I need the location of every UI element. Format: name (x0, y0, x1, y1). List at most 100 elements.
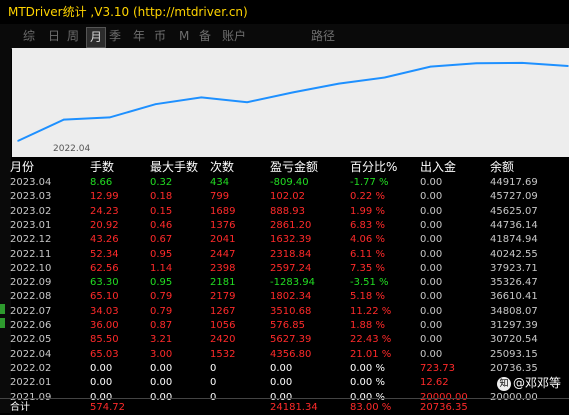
table-row[interactable]: 2023.02 24.23 0.15 1689 888.93 1.99 % 0.00 4562… (0, 205, 569, 219)
balance-point-2023.02 (475, 62, 478, 65)
cell-balance: 25093.15 (490, 348, 538, 360)
cell-max-lots: 0.67 (150, 234, 173, 246)
table-row[interactable]: 2023.04 8.66 0.32 434 -809.40 -1.77 % 0.00 4491… (0, 176, 569, 190)
cell-flow: 0.00 (420, 262, 443, 274)
cell-month: 2023.03 (10, 191, 52, 203)
cell-lots: 34.03 (90, 305, 119, 317)
header-pct[interactable]: 百分比% (350, 160, 397, 174)
balance-line-chart (17, 61, 569, 142)
cell-count: 1267 (210, 305, 236, 317)
cell-max-lots: 0.95 (150, 277, 173, 289)
cell-balance: 34808.07 (490, 305, 538, 317)
table-row[interactable]: 2022.06 36.00 0.87 1056 576.85 1.88 % 0.00 3129… (0, 319, 569, 333)
header-pnl[interactable]: 盈亏金额 (270, 160, 318, 174)
cell-count: 2447 (210, 248, 236, 260)
header-lots[interactable]: 手数 (90, 160, 114, 174)
balance-point-2022.12 (383, 76, 386, 79)
header-balance[interactable]: 余额 (490, 160, 514, 174)
cell-lots: 20.92 (90, 219, 119, 231)
cell-max-lots: 3.00 (150, 348, 173, 360)
cell-pnl: 888.93 (270, 205, 305, 217)
tab-5[interactable]: 年 (130, 27, 148, 46)
table-row[interactable]: 2022.11 52.34 0.95 2447 2318.84 6.11 % 0.00 402… (0, 248, 569, 262)
cell-balance: 37923.71 (490, 262, 538, 274)
table-row[interactable]: 2022.09 63.30 0.95 2181 -1283.94 -3.51 % 0.00 3… (0, 276, 569, 290)
table-header: 月份 手数 最大手数 次数 盈亏金额 百分比% 出入金 余额 (0, 160, 569, 174)
tab-8[interactable]: 备 (196, 27, 214, 46)
cell-pnl: -1283.94 (270, 277, 315, 289)
table-row[interactable]: 2022.08 65.10 0.79 2179 1802.34 5.18 % 0.00 366… (0, 290, 569, 304)
cell-max-lots: 0.15 (150, 205, 173, 217)
header-count[interactable]: 次数 (210, 160, 234, 174)
cell-count: 2041 (210, 234, 236, 246)
cell-balance: 30720.54 (490, 334, 538, 346)
cell-count: 2179 (210, 291, 236, 303)
table-row[interactable]: 2023.01 20.92 0.46 1376 2861.20 6.83 % 0.00 447… (0, 219, 569, 233)
cell-count: 1532 (210, 348, 236, 360)
table-row[interactable]: 2022.01 0.00 0.00 0 0.00 0.00 % 12.62 (0, 376, 569, 390)
cell-pnl: 2318.84 (270, 248, 312, 260)
cell-pct: 1.88 % (350, 320, 385, 331)
tab-6[interactable]: 币 (151, 27, 169, 46)
cell-pnl: 576.85 (270, 320, 305, 331)
header-max-lots[interactable]: 最大手数 (150, 160, 198, 174)
cell-month: 2022.06 (10, 320, 52, 331)
cell-lots: 52.34 (90, 248, 119, 260)
tab-2[interactable]: 周 (64, 27, 82, 46)
table-row[interactable]: 2022.10 62.56 1.14 2398 2597.24 7.35 % 0.00 379… (0, 262, 569, 276)
cell-count: 2420 (210, 334, 236, 346)
table-row[interactable]: 2022.04 65.03 3.00 1532 4356.80 21.01 % 0.00 25… (0, 348, 569, 362)
cell-lots: 0.00 (90, 362, 113, 374)
cell-pct: 0.22 % (350, 191, 385, 203)
cell-lots: 62.56 (90, 262, 119, 274)
table-row[interactable]: 2023.03 12.99 0.18 799 102.02 0.22 % 0.00 45727… (0, 190, 569, 204)
table-row[interactable]: 2022.07 34.03 0.79 1267 3510.68 11.22 % 0.00 34… (0, 305, 569, 319)
tab-9[interactable]: 账户 (219, 27, 249, 46)
header-flow[interactable]: 出入金 (420, 160, 456, 174)
tab-7[interactable]: M (176, 27, 192, 46)
total-divider (0, 398, 569, 399)
balance-point-2022.09 (246, 101, 248, 104)
cell-pct: 11.22 % (350, 305, 392, 317)
balance-point-2022.05 (63, 118, 65, 121)
cell-flow: 0.00 (420, 205, 443, 217)
cell-balance: 45727.09 (490, 191, 538, 203)
cell-count: 0 (210, 377, 217, 389)
cell-max-lots: 0.32 (150, 177, 173, 188)
cell-pnl: -809.40 (270, 177, 309, 188)
cell-lots: 24.23 (90, 205, 119, 217)
cell-balance: 41874.94 (490, 234, 538, 246)
cell-count: 2398 (210, 262, 236, 274)
balance-point-2022.04 (17, 140, 19, 142)
tab-3[interactable]: 月 (86, 27, 107, 48)
cell-month: 2022.10 (10, 262, 52, 274)
header-month[interactable]: 月份 (10, 160, 34, 174)
cell-max-lots: 1.14 (150, 262, 173, 274)
window-title-bar: MTDriver统计 ,V3.10 (http://mtdriver.cn) (0, 0, 569, 24)
tab-10[interactable]: 路径 (308, 27, 338, 46)
cell-lots: 85.50 (90, 334, 119, 346)
cell-max-lots: 0.79 (150, 305, 173, 317)
balance-point-2022.06 (108, 116, 111, 119)
cell-month: 2023.02 (10, 205, 52, 217)
stats-table: 月份 手数 最大手数 次数 盈亏金额 百分比% 出入金 余额 2023.04 8.66 0.32 43… (0, 160, 569, 413)
cell-lots: 65.03 (90, 348, 119, 360)
table-row[interactable]: 2022.05 85.50 3.21 2420 5627.39 22.43 % 0.00 30… (0, 333, 569, 347)
cell-pct: 0.00 % (350, 362, 385, 374)
cell-lots: 63.30 (90, 277, 119, 289)
cell-pnl: 0.00 (270, 377, 293, 389)
tab-1[interactable]: 日 (45, 27, 63, 46)
table-row[interactable]: 2022.12 43.26 0.67 2041 1632.39 4.06 % 0.00 418… (0, 233, 569, 247)
cell-balance: 40242.55 (490, 248, 538, 260)
balance-point-2022.08 (200, 96, 203, 99)
table-row[interactable]: 2022.02 0.00 0.00 0 0.00 0.00 % 723.73 20736.35 (0, 362, 569, 376)
balance-point-2023.03 (521, 62, 523, 64)
tab-4[interactable]: 季 (106, 27, 124, 46)
watermark: 知 @邓邓等 (497, 373, 561, 393)
cell-pnl: 4356.80 (270, 348, 312, 360)
cell-month: 2023.01 (10, 219, 52, 231)
cell-max-lots: 0.79 (150, 291, 173, 303)
cell-lots: 12.99 (90, 191, 119, 203)
cell-flow: 0.00 (420, 248, 443, 260)
tab-0[interactable]: 综 (20, 27, 38, 46)
